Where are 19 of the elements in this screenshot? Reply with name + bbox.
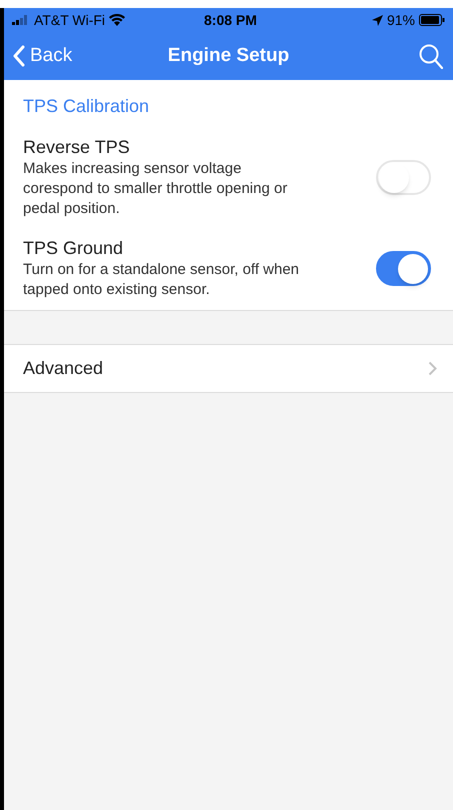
setting-description: Makes increasing sensor voltage corespond to smaller throttle opening or pedal position. [23, 159, 288, 219]
search-icon[interactable] [419, 44, 443, 68]
section-header: TPS Calibration [23, 96, 150, 116]
chevron-right-icon [428, 361, 437, 376]
signal-icon [12, 15, 30, 25]
carrier-label: AT&T Wi-Fi [34, 10, 106, 30]
advanced-row[interactable]: Advanced [4, 344, 453, 393]
clock-time: 8:08 PM [204, 10, 257, 30]
setting-description: Turn on for a standalone sensor, off when tapped onto existing sensor. [23, 260, 300, 300]
screen-title: Engine Setup [168, 44, 290, 68]
setting-label: TPS Ground [23, 237, 124, 260]
back-button[interactable]: Back [12, 42, 72, 70]
setting-label: Reverse TPS [23, 136, 131, 159]
battery-percentage: 91% [386, 10, 415, 30]
location-arrow-icon [372, 14, 383, 26]
toggle-switch[interactable] [376, 251, 431, 286]
battery-icon [419, 14, 445, 26]
chevron-left-icon [12, 45, 26, 67]
wifi-icon [109, 14, 126, 26]
